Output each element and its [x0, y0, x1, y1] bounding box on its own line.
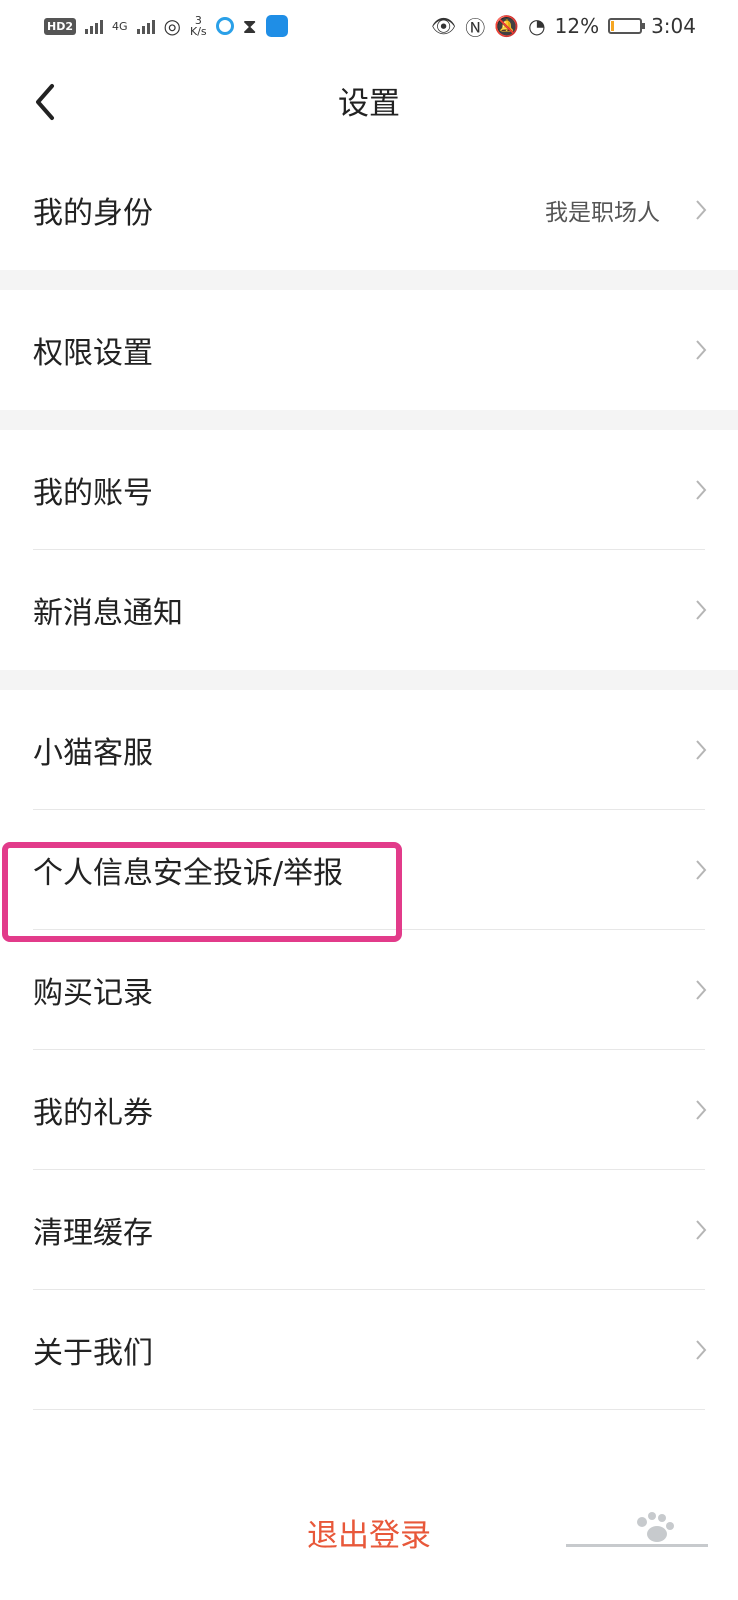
hotspot-icon: ◎	[163, 14, 181, 38]
settings-row-account[interactable]: 我的账号	[0, 430, 738, 550]
status-bar: HD2 4G ◎ 3 K/s ⧗ 👁 Ⓝ 🔕 ◔ 12% 3:04	[0, 0, 738, 52]
chevron-right-icon	[696, 980, 707, 1000]
settings-row-permissions[interactable]: 权限设置	[0, 290, 738, 410]
network-4g-label: 4G	[112, 19, 128, 33]
settings-group-account: 我的账号 新消息通知	[0, 430, 738, 670]
settings-row-notifications[interactable]: 新消息通知	[0, 550, 738, 670]
signal-icon	[85, 18, 103, 34]
settings-group-misc: 小猫客服 个人信息安全投诉/举报 购买记录 我的礼券 清理缓存 关于我们	[0, 690, 738, 1410]
bell-off-icon: 🔕	[494, 14, 520, 38]
highlight-annotation	[2, 842, 402, 942]
eye-icon: 👁	[430, 14, 457, 38]
page-title: 设置	[338, 86, 400, 122]
row-label: 小猫客服	[33, 736, 153, 771]
network-speed: 3 K/s	[189, 14, 207, 38]
settings-row-customer-service[interactable]: 小猫客服	[0, 690, 738, 810]
app-notification-icon-2	[265, 15, 288, 37]
settings-group-identity: 我的身份 我是职场人	[0, 150, 738, 270]
chevron-right-icon	[696, 1340, 707, 1360]
hourglass-icon: ⧗	[242, 14, 257, 38]
battery-icon	[608, 18, 646, 34]
row-label: 权限设置	[33, 336, 153, 371]
group-separator	[0, 410, 738, 430]
group-separator	[0, 270, 738, 290]
settings-row-identity[interactable]: 我的身份 我是职场人	[0, 150, 738, 270]
chevron-right-icon	[696, 1220, 707, 1240]
row-label: 我的身份	[33, 196, 153, 231]
speedometer-icon: ◔	[528, 14, 546, 38]
row-divider	[33, 1409, 705, 1410]
chevron-right-icon	[696, 480, 707, 500]
row-label: 新消息通知	[33, 596, 183, 631]
row-value: 我是职场人	[545, 200, 660, 226]
watermark-logo-icon	[566, 1512, 708, 1547]
settings-row-about[interactable]: 关于我们	[0, 1290, 738, 1410]
row-label: 我的礼券	[33, 1096, 153, 1131]
settings-row-coupons[interactable]: 我的礼券	[0, 1050, 738, 1170]
row-label: 我的账号	[33, 476, 153, 511]
battery-fill	[611, 21, 615, 31]
row-label: 购买记录	[33, 976, 153, 1011]
title-bar: 设置	[0, 52, 738, 152]
hd-icon: HD2	[44, 17, 76, 35]
nfc-icon: Ⓝ	[465, 15, 486, 40]
signal-icon-2	[136, 18, 155, 34]
chevron-right-icon	[696, 340, 707, 360]
chevron-right-icon	[696, 600, 707, 620]
clock: 3:04	[651, 14, 696, 38]
app-notification-icon	[215, 17, 234, 35]
chevron-right-icon	[696, 200, 707, 220]
settings-row-clear-cache[interactable]: 清理缓存	[0, 1170, 738, 1290]
battery-percent: 12%	[554, 14, 600, 38]
status-left: HD2 4G ◎ 3 K/s ⧗	[44, 14, 288, 38]
settings-group-permissions: 权限设置	[0, 290, 738, 410]
chevron-right-icon	[696, 860, 707, 880]
row-label: 关于我们	[33, 1336, 153, 1371]
status-right: 👁 Ⓝ 🔕 ◔ 12% 3:04	[431, 12, 696, 41]
chevron-right-icon	[696, 1100, 707, 1120]
chevron-right-icon	[696, 740, 707, 760]
settings-row-purchase-history[interactable]: 购买记录	[0, 930, 738, 1050]
group-separator	[0, 670, 738, 690]
row-label: 清理缓存	[33, 1216, 153, 1251]
